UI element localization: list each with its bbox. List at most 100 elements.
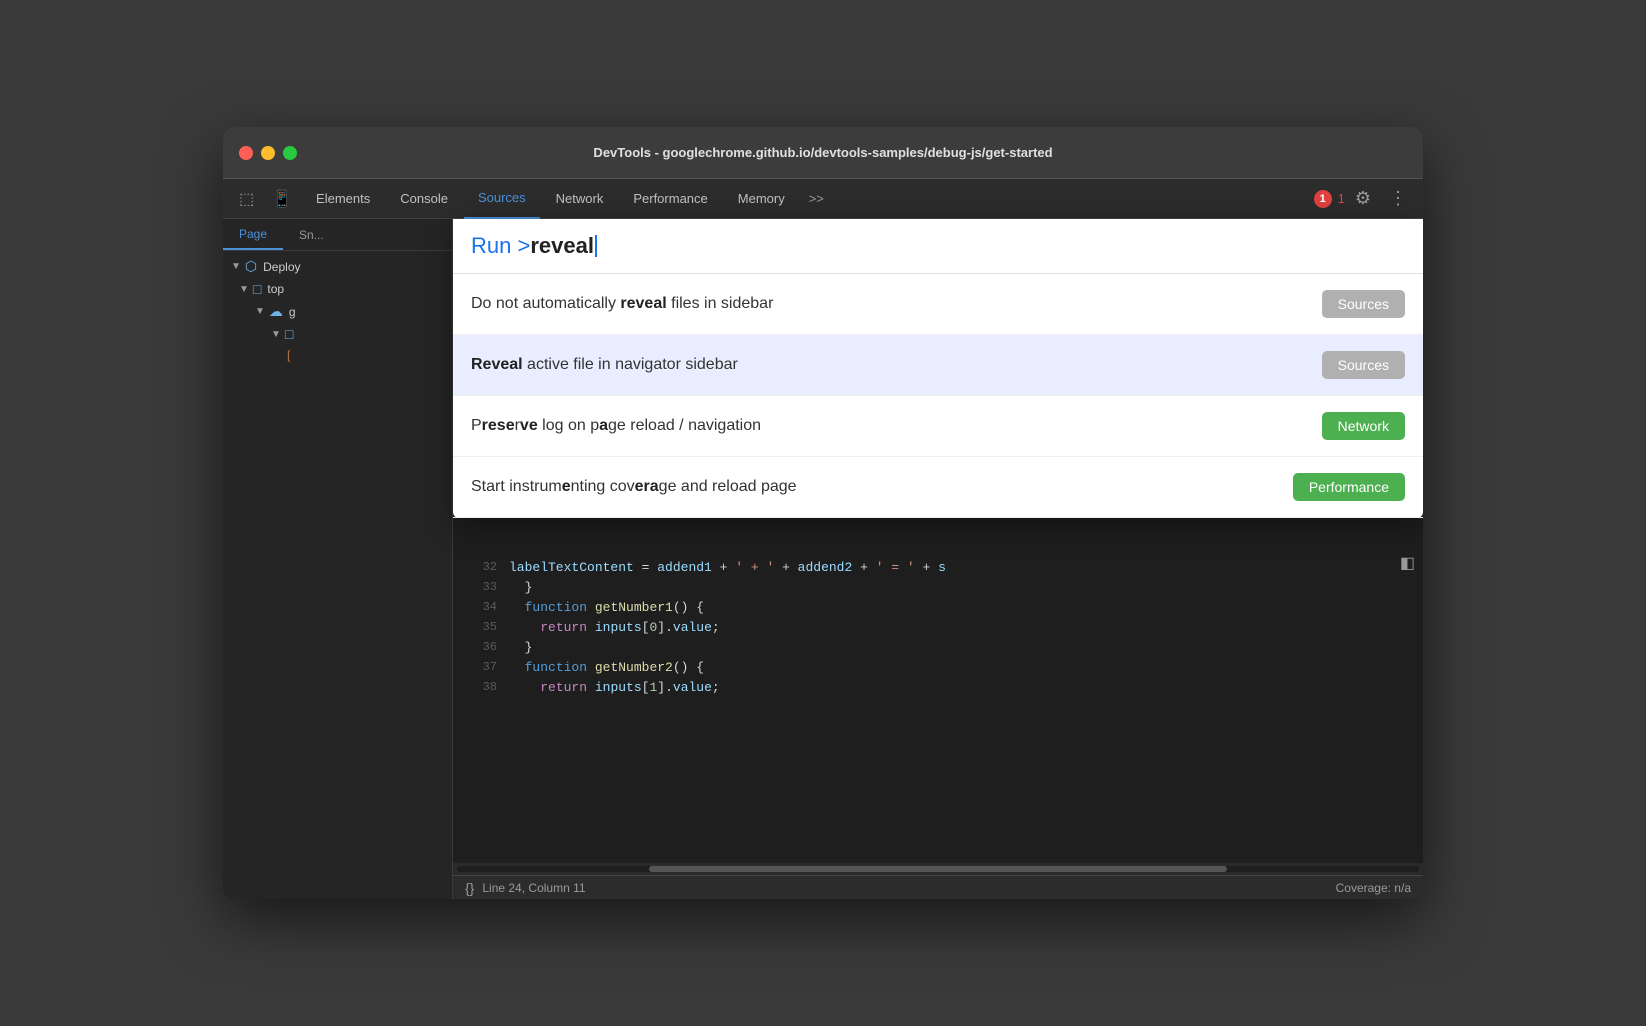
line-number: 35 bbox=[461, 620, 497, 634]
horizontal-scrollbar[interactable] bbox=[453, 863, 1423, 875]
tab-network[interactable]: Network bbox=[542, 179, 618, 219]
command-cursor bbox=[595, 235, 597, 257]
tree-label: Deploy bbox=[263, 260, 300, 274]
tab-console[interactable]: Console bbox=[386, 179, 462, 219]
tree-arrow: ▼ bbox=[239, 284, 249, 295]
tree-label: top bbox=[267, 282, 284, 296]
code-line-34: 34 function getNumber1() { bbox=[453, 597, 1423, 617]
tree-item-sub[interactable]: ▼ □ bbox=[223, 323, 452, 345]
command-input-row[interactable]: Run > reveal bbox=[453, 219, 1423, 274]
cube-icon: ⬡ bbox=[245, 258, 257, 275]
tab-more[interactable]: >> bbox=[801, 191, 832, 206]
command-result-2[interactable]: Reveal active file in navigator sidebar … bbox=[453, 335, 1423, 396]
line-number: 36 bbox=[461, 640, 497, 654]
result-badge-4[interactable]: Performance bbox=[1293, 473, 1405, 501]
statusbar-right: Coverage: n/a bbox=[1336, 881, 1411, 895]
result-text-3: Preserve log on page reload / navigation bbox=[471, 415, 1322, 437]
sidebar-content: ▼ ⬡ Deploy ▼ □ top ▼ ☁ g ▼ bbox=[223, 251, 452, 899]
code-line-38: 38 return inputs[1].value; bbox=[453, 677, 1423, 697]
window-title: DevTools - googlechrome.github.io/devtoo… bbox=[593, 145, 1052, 160]
result-highlight: e bbox=[562, 478, 571, 495]
result-highlight: Reveal bbox=[471, 356, 523, 373]
status-position: Line 24, Column 11 bbox=[482, 881, 585, 895]
line-number: 38 bbox=[461, 680, 497, 694]
sidebar-tab-bar: Page Sn... bbox=[223, 219, 452, 251]
tree-label: g bbox=[289, 305, 296, 319]
devtools-container: ⬚ 📱 Elements Console Sources Network Per… bbox=[223, 179, 1423, 899]
sidebar-tab-page[interactable]: Page bbox=[223, 219, 283, 250]
result-text-2: Reveal active file in navigator sidebar bbox=[471, 354, 1322, 376]
code-line-32: 32 labelTextContent = addend1 + ' + ' + … bbox=[453, 557, 1423, 577]
code-content: } bbox=[509, 580, 532, 595]
code-line-35: 35 return inputs[0].value; bbox=[453, 617, 1423, 637]
tab-elements[interactable]: Elements bbox=[302, 179, 384, 219]
error-badge: 1 bbox=[1314, 190, 1332, 208]
folder-icon: □ bbox=[285, 326, 293, 342]
command-overlay: Run > reveal Do not automatically reveal… bbox=[453, 219, 1423, 518]
result-highlight3: a bbox=[599, 417, 608, 434]
close-button[interactable] bbox=[239, 146, 253, 160]
tree-item-top[interactable]: ▼ □ top bbox=[223, 278, 452, 300]
panel-expand-button[interactable]: ◧ bbox=[1392, 549, 1423, 577]
tab-sources[interactable]: Sources bbox=[464, 179, 540, 219]
code-line-33: 33 } bbox=[453, 577, 1423, 597]
devtools-body: Page Sn... ▼ ⬡ Deploy ▼ □ top bbox=[223, 219, 1423, 899]
tab-performance[interactable]: Performance bbox=[619, 179, 721, 219]
scrollbar-track[interactable] bbox=[457, 866, 1419, 872]
tree-item-g[interactable]: ▼ ☁ g bbox=[223, 300, 452, 323]
statusbar-left: {} Line 24, Column 11 bbox=[465, 880, 586, 896]
line-number: 33 bbox=[461, 580, 497, 594]
device-icon[interactable]: 📱 bbox=[264, 189, 300, 209]
command-run-text: Run bbox=[471, 233, 511, 259]
main-area: Run > reveal Do not automatically reveal… bbox=[453, 219, 1423, 899]
devtools-tab-bar: ⬚ 📱 Elements Console Sources Network Per… bbox=[223, 179, 1423, 219]
result-text-1: Do not automatically reveal files in sid… bbox=[471, 293, 1322, 315]
settings-icon[interactable]: ⚙ bbox=[1347, 188, 1379, 209]
line-number: 37 bbox=[461, 660, 497, 674]
command-result-1[interactable]: Do not automatically reveal files in sid… bbox=[453, 274, 1423, 335]
code-line-36: 36 } bbox=[453, 637, 1423, 657]
code-content: labelTextContent = addend1 + ' + ' + add… bbox=[509, 560, 946, 575]
command-result-3[interactable]: Preserve log on page reload / navigation… bbox=[453, 396, 1423, 457]
cloud-icon: ☁ bbox=[269, 303, 283, 320]
inspect-icon[interactable]: ⬚ bbox=[231, 189, 262, 209]
traffic-lights bbox=[239, 146, 297, 160]
menu-icon[interactable]: ⋮ bbox=[1381, 188, 1415, 209]
tree-item-deploy[interactable]: ▼ ⬡ Deploy bbox=[223, 255, 452, 278]
command-query: reveal bbox=[530, 233, 594, 259]
scrollbar-thumb[interactable] bbox=[649, 866, 1226, 872]
result-highlight2: ve bbox=[520, 417, 538, 434]
error-count: 1 bbox=[1338, 191, 1345, 206]
command-gt: > bbox=[517, 233, 530, 259]
result-badge-2[interactable]: Sources bbox=[1322, 351, 1405, 379]
result-text-4: Start instrumenting coverage and reload … bbox=[471, 476, 1293, 498]
result-badge-3[interactable]: Network bbox=[1322, 412, 1405, 440]
tree-arrow: ▼ bbox=[231, 261, 241, 272]
code-line-37: 37 function getNumber2() { bbox=[453, 657, 1423, 677]
sidebar: Page Sn... ▼ ⬡ Deploy ▼ □ top bbox=[223, 219, 453, 899]
devtools-window: DevTools - googlechrome.github.io/devtoo… bbox=[223, 127, 1423, 899]
minimize-button[interactable] bbox=[261, 146, 275, 160]
code-scroll[interactable]: 32 labelTextContent = addend1 + ' + ' + … bbox=[453, 549, 1423, 863]
result-highlight2: era bbox=[635, 478, 659, 495]
result-badge-1[interactable]: Sources bbox=[1322, 290, 1405, 318]
maximize-button[interactable] bbox=[283, 146, 297, 160]
folder-icon: □ bbox=[253, 281, 261, 297]
tree-arrow: ▼ bbox=[255, 306, 265, 317]
tree-item-bracket[interactable]: [ bbox=[223, 345, 452, 365]
result-highlight: reveal bbox=[620, 295, 666, 312]
title-bar: DevTools - googlechrome.github.io/devtoo… bbox=[223, 127, 1423, 179]
code-content: return inputs[1].value; bbox=[509, 680, 720, 695]
tree-label-bracket: [ bbox=[287, 348, 290, 362]
line-number: 34 bbox=[461, 600, 497, 614]
tree-arrow: ▼ bbox=[271, 329, 281, 340]
code-content: function getNumber1() { bbox=[509, 600, 704, 615]
tab-memory[interactable]: Memory bbox=[724, 179, 799, 219]
command-result-4[interactable]: Start instrumenting coverage and reload … bbox=[453, 457, 1423, 518]
result-highlight: rese bbox=[482, 417, 515, 434]
code-content: function getNumber2() { bbox=[509, 660, 704, 675]
coverage-status: Coverage: n/a bbox=[1336, 881, 1411, 895]
code-content: return inputs[0].value; bbox=[509, 620, 720, 635]
brace-icon[interactable]: {} bbox=[465, 880, 474, 896]
sidebar-tab-snippets[interactable]: Sn... bbox=[283, 219, 340, 250]
